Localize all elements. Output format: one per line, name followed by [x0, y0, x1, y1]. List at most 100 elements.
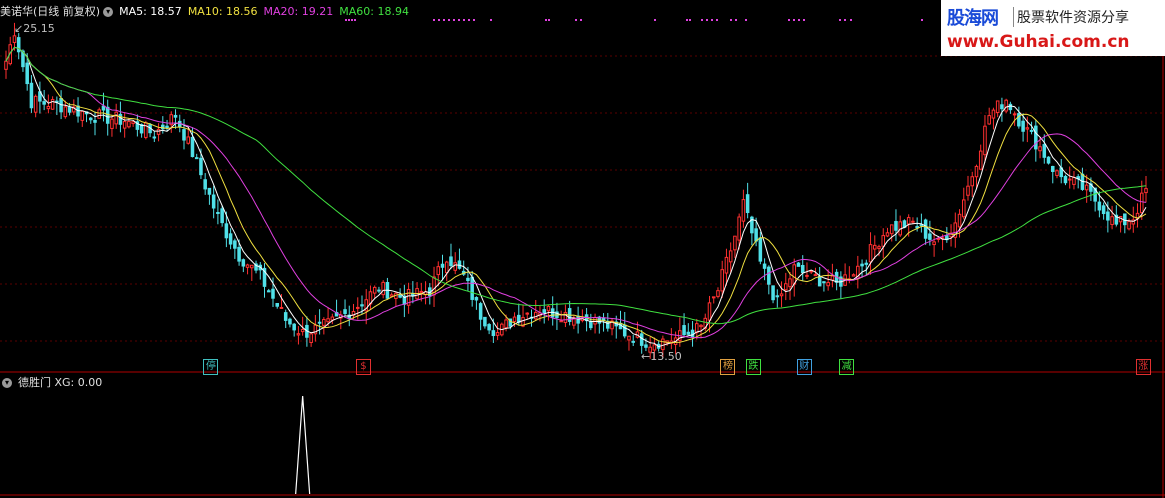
high-price-label: ↙25.15: [14, 22, 55, 35]
candle-body-138: [589, 320, 593, 329]
signal-dot-5: [438, 19, 440, 21]
main-header: 美诺华(日线 前复权) ▾ MA5: 18.57 MA10: 18.56 MA20: 1…: [0, 4, 415, 19]
candle-body-107: [457, 260, 462, 269]
signal-dot-7: [448, 19, 450, 21]
candle-body-188: [800, 265, 805, 274]
candle-body-64: [275, 302, 279, 307]
candle-body-160: [682, 325, 686, 336]
candle-body-171: [728, 250, 733, 263]
ma20-label: MA20: 19.21: [263, 5, 334, 18]
candle-body-65: [279, 306, 284, 309]
candle-body-241: [1025, 127, 1030, 130]
candle-body-184: [784, 283, 788, 291]
candle-body-53: [228, 233, 233, 245]
candle-body-234: [995, 100, 1000, 114]
signal-dot-30: [798, 19, 800, 21]
candle-body-218: [928, 233, 932, 240]
candle-body-206: [877, 246, 881, 249]
candle-body-87: [372, 286, 377, 294]
candle-body-251: [1067, 178, 1072, 181]
candle-body-106: [453, 262, 457, 271]
candle-body-22: [97, 109, 102, 119]
stock-title: 美诺华(日线 前复权): [0, 5, 101, 18]
candle-body-46: [199, 157, 203, 176]
candle-body-232: [987, 115, 991, 125]
candle-body-205: [873, 244, 877, 250]
candle-body-67: [288, 318, 292, 325]
settings-circle-icon[interactable]: ▾: [103, 7, 114, 17]
candle-body-42: [182, 129, 186, 141]
candle-body-47: [203, 179, 207, 190]
signal-marker-5: 减: [839, 359, 855, 375]
candle-body-5: [25, 62, 29, 85]
price-grid: [0, 0, 1165, 498]
candle-body-56: [241, 259, 246, 267]
candle-body-125: [533, 311, 538, 320]
ma60-label: MA60: 18.94: [339, 5, 409, 18]
signal-dot-33: [844, 19, 846, 21]
candle-body-128: [546, 305, 551, 312]
signal-marker-6: 涨: [1135, 359, 1151, 375]
candle-body-261: [1110, 216, 1114, 226]
candle-body-233: [991, 109, 996, 119]
candle-body-243: [1034, 125, 1038, 150]
candle-body-62: [266, 290, 271, 293]
candle-body-7: [33, 95, 38, 113]
candle-body-161: [686, 331, 691, 335]
candle-body-68: [292, 323, 296, 331]
candle-body-40: [173, 114, 178, 118]
candle-body-74: [317, 321, 322, 324]
signal-marker-3: 跌: [745, 359, 761, 375]
candle-body-29: [127, 121, 131, 128]
candle-body-210: [894, 220, 898, 231]
candle-body-186: [792, 264, 797, 285]
candle-body-247: [1050, 165, 1055, 172]
candle-body-194: [826, 281, 830, 287]
candle-body-227: [966, 185, 970, 196]
candle-body-142: [606, 320, 610, 329]
candle-body-38: [165, 125, 169, 129]
candle-body-162: [690, 329, 695, 338]
candle-body-26: [114, 111, 118, 125]
signal-dot-23: [711, 19, 713, 21]
signal-dot-19: [686, 19, 688, 21]
candle-body-155: [661, 338, 665, 351]
candle-body-27: [118, 113, 123, 125]
candle-body-15: [67, 106, 72, 113]
signal-dot-34: [850, 19, 852, 21]
candle-body-191: [813, 274, 818, 277]
candle-body-109: [466, 277, 470, 282]
xg-spike-0: [295, 395, 311, 495]
candle-body-209: [889, 224, 894, 235]
ma10-label: MA10: 18.56: [187, 5, 258, 18]
stock-chart[interactable]: [0, 0, 1165, 498]
candle-body-192: [817, 275, 822, 287]
candle-body-123: [525, 312, 530, 315]
signal-dot-28: [788, 19, 790, 21]
candle-body-169: [720, 269, 724, 292]
candle-body-55: [237, 246, 241, 262]
candle-body-167: [711, 296, 716, 299]
candle-body-30: [131, 121, 135, 124]
candle-body-250: [1063, 175, 1068, 184]
candle-body-6: [29, 82, 34, 109]
candle-body-230: [978, 150, 983, 170]
candle-body-139: [593, 317, 597, 325]
signal-dot-12: [473, 19, 475, 21]
candle-body-23: [101, 105, 106, 111]
candle-body-185: [788, 278, 792, 288]
candle-body-202: [860, 263, 864, 267]
signal-dot-1: [348, 19, 350, 21]
signal-dot-31: [803, 19, 805, 21]
candle-body-147: [627, 335, 631, 341]
signal-dot-14: [545, 19, 547, 21]
candle-body-187: [796, 262, 801, 267]
candle-body-217: [923, 219, 928, 239]
candle-body-21: [93, 119, 97, 123]
candle-body-180: [767, 266, 771, 285]
candle-body-58: [250, 264, 254, 269]
signal-dot-2: [351, 19, 353, 21]
signal-marker-2: 榜: [720, 359, 736, 375]
candle-body-246: [1046, 156, 1051, 164]
indicator-circle-icon[interactable]: ▾: [2, 378, 12, 388]
